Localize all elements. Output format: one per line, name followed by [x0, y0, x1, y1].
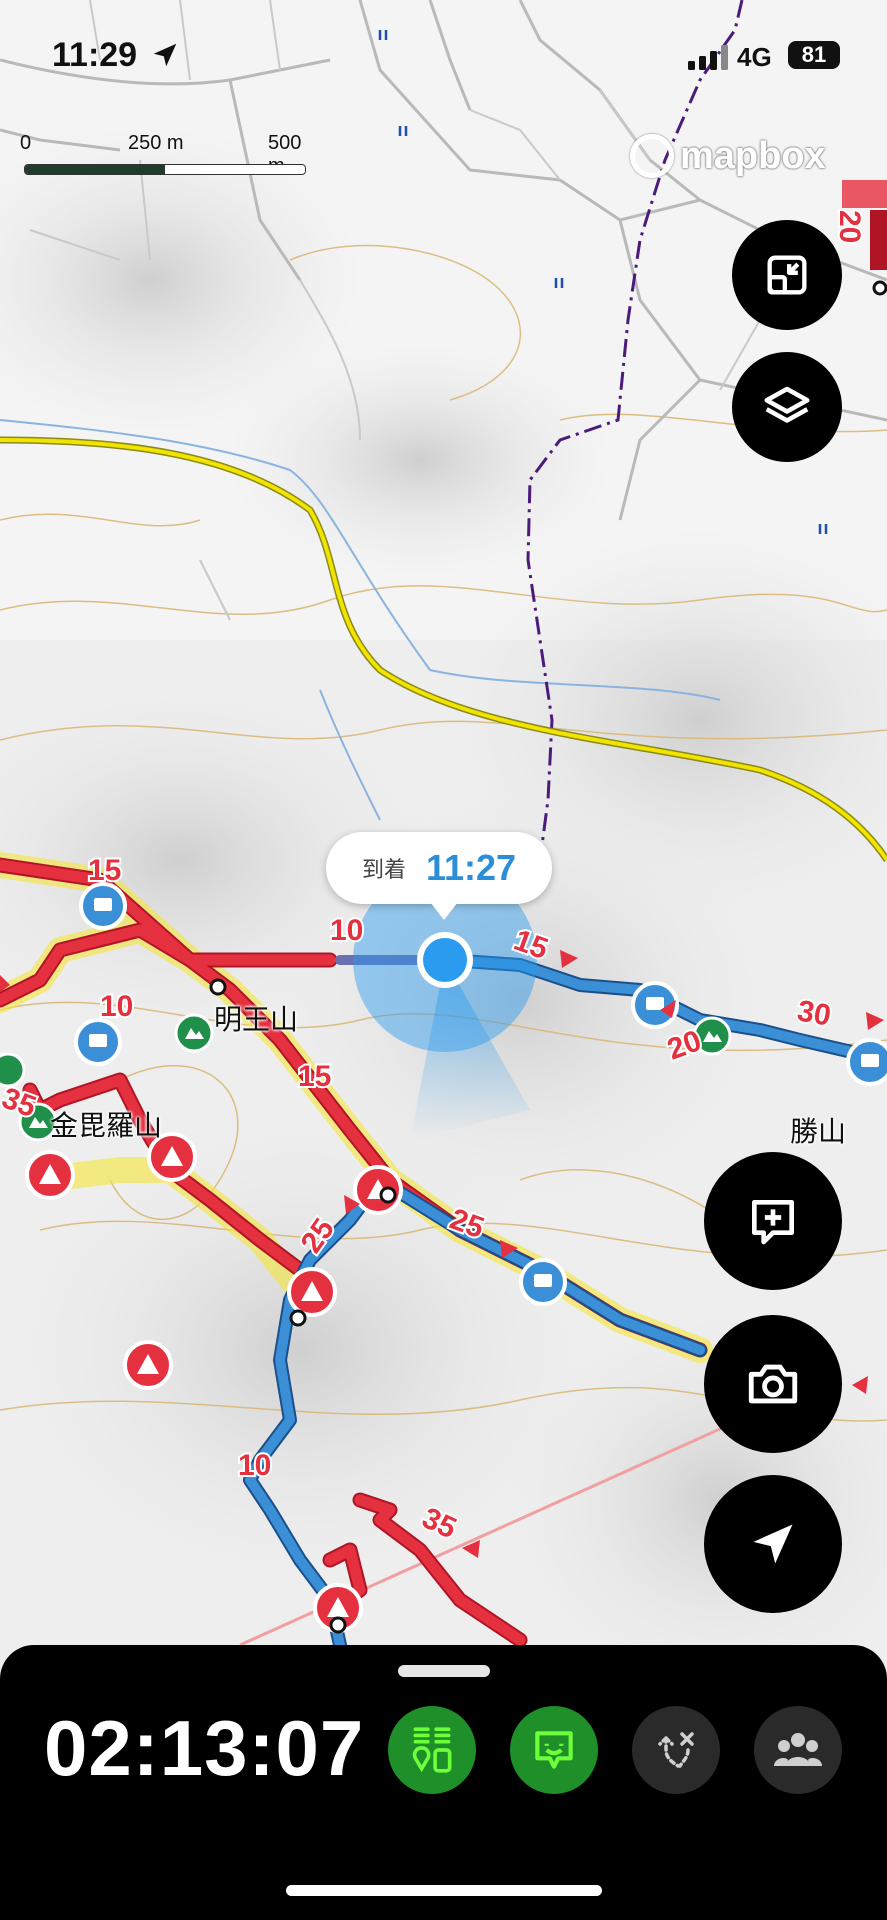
place-label-myoozan: 明王山	[214, 1004, 299, 1035]
trail-segment-label: 15	[298, 1060, 331, 1093]
home-indicator[interactable]	[286, 1885, 602, 1896]
recenter-location-button[interactable]	[704, 1475, 842, 1613]
group-icon	[774, 1733, 822, 1766]
trail-segment-label: 15	[88, 854, 121, 887]
battery-indicator: 81	[788, 41, 840, 69]
clock: 11:29	[52, 36, 138, 74]
mapbox-attribution[interactable]: mapbox	[630, 134, 826, 178]
cellular-signal-icon	[688, 45, 728, 70]
trail-markers-icon	[412, 1727, 452, 1773]
mapbox-logo-icon	[630, 134, 674, 178]
camera-button[interactable]	[704, 1315, 842, 1453]
collapse-icon	[767, 255, 807, 295]
scale-label-250: 250 m	[128, 132, 184, 154]
location-services-icon	[153, 43, 177, 67]
route-icon	[658, 1732, 694, 1768]
arrival-label: 到着	[361, 857, 406, 882]
camera-icon	[748, 1364, 798, 1404]
add-comment-button[interactable]	[704, 1152, 842, 1290]
trail-segment-label: 30	[795, 994, 834, 1032]
arrival-time-callout[interactable]: 到着 11:27	[326, 832, 552, 920]
navigation-arrow-icon	[753, 1524, 793, 1564]
trail-markers-toggle[interactable]	[388, 1706, 476, 1794]
network-type: 4G	[737, 42, 772, 72]
map-scale: 0 250 m 500 m	[20, 132, 306, 182]
sheet-drag-handle[interactable]	[398, 1665, 490, 1677]
place-label-konpirasan: 金毘羅山	[50, 1110, 163, 1141]
collapse-map-button[interactable]	[732, 220, 842, 330]
mapbox-wordmark: mapbox	[680, 134, 826, 177]
scale-label-0: 0	[20, 132, 32, 154]
trail-segment-label: 20	[833, 210, 866, 243]
elapsed-timer: 02:13:07	[44, 1704, 365, 1792]
trail-segment-label: 10	[238, 1449, 271, 1482]
place-label-katsuyama: 勝山	[790, 1116, 847, 1147]
add-comment-icon	[752, 1200, 794, 1245]
trail-segment-label: 10	[100, 990, 133, 1023]
comments-toggle[interactable]	[510, 1706, 598, 1794]
trail-segment-label: 10	[330, 914, 363, 947]
map-layers-button[interactable]	[732, 352, 842, 462]
chat-bubble-icon	[535, 1731, 573, 1769]
layers-icon	[764, 386, 810, 423]
scale-bar	[24, 164, 306, 175]
group-toggle[interactable]	[754, 1706, 842, 1794]
status-bar: 11:29 4G 81	[0, 0, 887, 110]
arrival-time: 11:27	[425, 847, 517, 888]
route-toggle[interactable]	[632, 1706, 720, 1794]
